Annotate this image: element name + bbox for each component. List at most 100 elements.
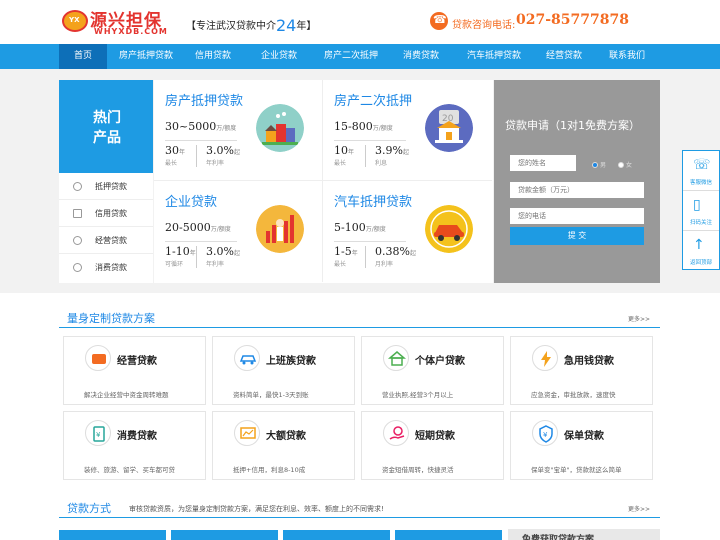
site-logo[interactable]: YX 源兴担保 WHYXDB.COM [62, 6, 182, 40]
car-icon [425, 205, 473, 253]
divider [334, 241, 406, 242]
gender-male-radio[interactable]: 男 [592, 160, 606, 169]
more-link[interactable]: 更多>> [628, 504, 650, 513]
product-card-enterprise-loan[interactable]: 企业贷款 20-5000万/额度 1-10年 可循环 3.0%起 年利率 [154, 181, 323, 282]
car-outline-icon [234, 345, 260, 371]
site-header: YX 源兴担保 WHYXDB.COM 【专注武汉贷款中介24年】 贷款咨询电话:… [0, 0, 720, 44]
section-header-methods: 贷款方式 审核贷款资质，为您量身定制贷款方案，满足您在利息、效率、额度上的不同需… [59, 494, 660, 518]
shield-money-icon: ¥ [532, 420, 558, 446]
section-title: 量身定制贷款方案 [67, 312, 155, 325]
nav-item-consumer-loan[interactable]: 消费贷款 [398, 44, 444, 69]
product-amount: 15-800万/额度 [334, 120, 393, 133]
divider [334, 140, 406, 141]
money-bill-icon: ¥ [85, 420, 111, 446]
wechat-icon: ☏ [693, 157, 711, 173]
radio-dot-icon [592, 162, 598, 168]
house-icon [73, 182, 82, 191]
product-title: 汽车抵押贷款 [334, 195, 413, 210]
arrow-up-icon: ↑ [693, 237, 705, 253]
card-desc: 解决企业经营中资金周转难题 [84, 391, 169, 399]
product-rate: 0.38%起 月利率 [375, 245, 416, 268]
phone-input[interactable] [510, 208, 644, 224]
nav-item-property-mortgage[interactable]: 房产抵押贷款 [113, 44, 179, 69]
divider [165, 241, 237, 242]
product-rate: 3.9%起 利息 [375, 144, 409, 167]
free-plan-box: 免费获取贷款方案 [508, 529, 660, 540]
card-title: 消费贷款 [117, 431, 157, 442]
nav-item-contact[interactable]: 联系我们 [604, 44, 650, 69]
product-title: 房产二次抵押 [334, 94, 413, 109]
logo-badge-icon: YX [62, 10, 88, 32]
product-card-car-mortgage[interactable]: 汽车抵押贷款 5-100万/额度 1-5年 最长 0.38%起 月利率 [323, 181, 492, 282]
float-wechat[interactable]: ☏ 客服微信 [683, 151, 719, 191]
plan-card-self-employed[interactable]: 个体户贷款 营业执照,经营3个月以上 [361, 336, 504, 405]
card-title: 经营贷款 [117, 356, 157, 367]
loan-apply-form: 贷款申请（1对1免费方案） 男 女 提 交 [494, 80, 660, 283]
bag-icon [73, 263, 82, 272]
product-term: 1-10年 可循环 [165, 245, 196, 268]
product-card-second-mortgage[interactable]: 房产二次抵押 15-800万/额度 10年 最长 3.9%起 利息 20 [323, 80, 492, 181]
car-outline-icon-svg [239, 355, 257, 365]
divider [196, 246, 197, 268]
gender-female-radio[interactable]: 女 [618, 160, 632, 169]
nav-item-home[interactable]: 首页 [59, 44, 107, 69]
divider [365, 145, 366, 167]
submit-button[interactable]: 提 交 [510, 227, 644, 245]
lightning-icon-svg [541, 351, 551, 367]
amount-input[interactable] [510, 182, 644, 198]
plan-card-urgent[interactable]: 急用钱贷款 应急资金，审批放款，速度快 [510, 336, 653, 405]
product-term: 30年 最长 [165, 144, 186, 167]
card-title: 保单贷款 [564, 431, 604, 442]
section-header-plans: 量身定制贷款方案 更多>> [59, 304, 660, 328]
plan-card-office-worker[interactable]: 上班族贷款 资料简单，最快1-3天到账 [212, 336, 355, 405]
method-tab[interactable] [171, 530, 278, 540]
nav-item-car-mortgage[interactable]: 汽车抵押贷款 [461, 44, 527, 69]
method-tab[interactable] [59, 530, 166, 540]
chart-board-icon-svg [240, 427, 256, 439]
name-input[interactable] [510, 155, 576, 171]
nav-item-second-mortgage[interactable]: 房产二次抵押 [318, 44, 384, 69]
business-loan-icon-svg [92, 354, 106, 364]
side-item-mortgage[interactable]: 抵押贷款 [59, 173, 153, 200]
card-desc: 应急资金，审批放款，速度快 [531, 391, 616, 399]
nav-item-credit-loan[interactable]: 信用贷款 [190, 44, 236, 69]
card-desc: 资料简单，最快1-3天到账 [233, 391, 309, 399]
card-title: 急用钱贷款 [564, 356, 614, 367]
divider [196, 145, 197, 167]
side-item-consumer[interactable]: 消费贷款 [59, 254, 153, 281]
business-growth-icon [256, 205, 304, 253]
product-title: 房产抵押贷款 [165, 94, 244, 109]
hotline-number: 027-85777878 [516, 12, 629, 28]
svg-text:¥: ¥ [543, 431, 548, 439]
plan-card-short-term[interactable]: 短期贷款 资金短借周转，快捷灵活 [361, 411, 504, 480]
product-amount: 5-100万/额度 [334, 221, 386, 234]
float-qrcode[interactable]: ▯ 扫码关注 [683, 191, 719, 231]
logo-text-en: WHYXDB.COM [94, 27, 168, 36]
city-houses-icon [256, 104, 304, 152]
plan-card-insurance[interactable]: ¥ 保单贷款 保单变"宝单"，贷款就这么简单 [510, 411, 653, 480]
briefcase-icon [73, 236, 82, 245]
product-card-property-mortgage[interactable]: 房产抵押贷款 30~5000万/额度 30年 最长 3.0%起 年利率 [154, 80, 323, 181]
card-title: 个体户贷款 [415, 356, 465, 367]
divider [165, 140, 237, 141]
hot-side-menu: 抵押贷款 信用贷款 经营贷款 消费贷款 [59, 173, 153, 283]
card-title: 短期贷款 [415, 431, 455, 442]
side-item-credit[interactable]: 信用贷款 [59, 200, 153, 227]
plan-card-consumer[interactable]: ¥ 消费贷款 装修、旅游、留学、买车都可贷 [63, 411, 206, 480]
card-title: 上班族贷款 [266, 356, 316, 367]
hero-section: 热门产品 抵押贷款 信用贷款 经营贷款 消费贷款 房产抵押贷款 30~5000万… [0, 69, 720, 293]
float-back-to-top[interactable]: ↑ 返回顶部 [683, 231, 719, 271]
mobile-icon: ▯ [693, 197, 701, 213]
side-item-business[interactable]: 经营贷款 [59, 227, 153, 254]
hand-coin-icon [383, 420, 409, 446]
more-link[interactable]: 更多>> [628, 314, 650, 323]
method-tab[interactable] [283, 530, 390, 540]
shop-icon-svg [387, 351, 407, 366]
card-icon [73, 209, 82, 218]
shop-icon [383, 345, 409, 371]
method-tab[interactable] [395, 530, 502, 540]
plan-card-large[interactable]: 大额贷款 抵押+信用，利息8-10成 [212, 411, 355, 480]
plan-card-business[interactable]: 经营贷款 解决企业经营中资金周转难题 [63, 336, 206, 405]
nav-item-business-loan[interactable]: 经营贷款 [541, 44, 587, 69]
nav-item-enterprise-loan[interactable]: 企业贷款 [256, 44, 302, 69]
